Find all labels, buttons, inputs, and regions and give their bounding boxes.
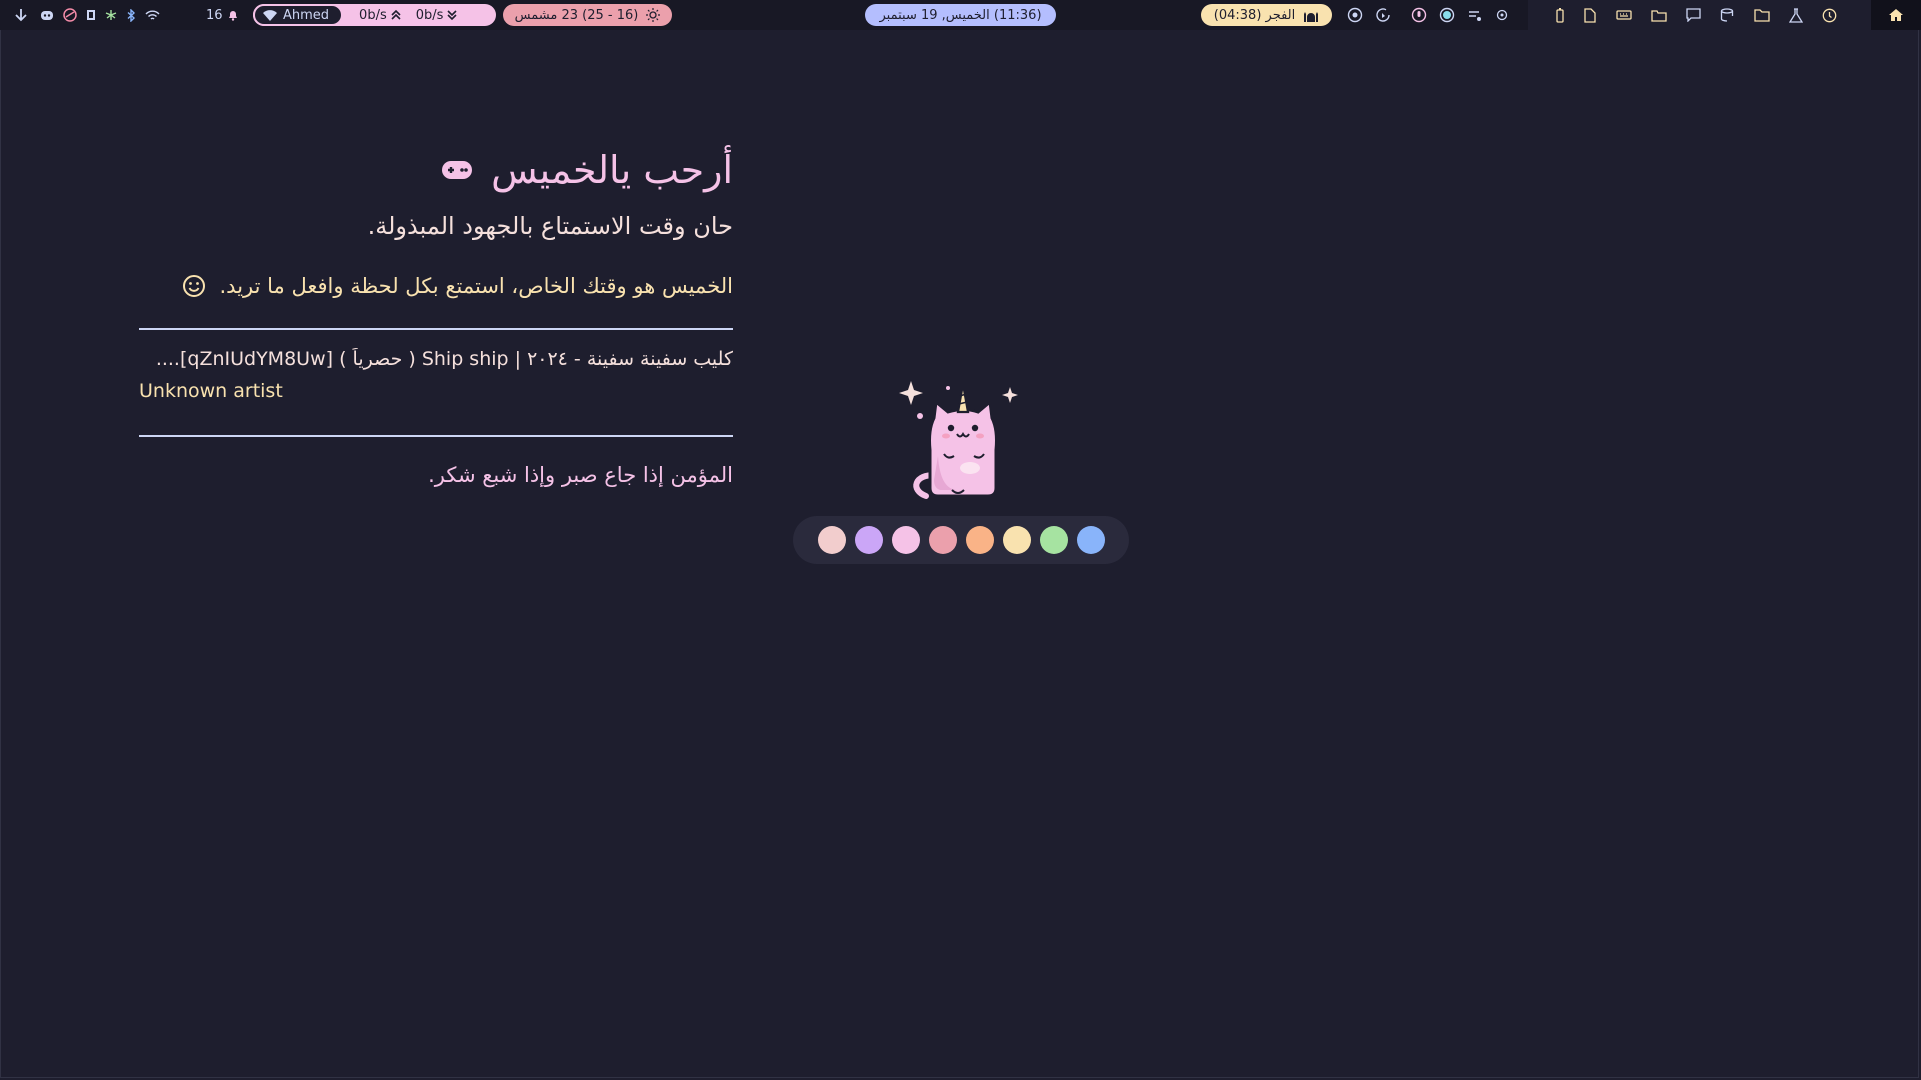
tray-left [40, 0, 160, 30]
notification-count: 16 [206, 7, 223, 23]
prayer-time-text: الفجر (04:38) [1213, 7, 1296, 23]
circle-icon[interactable] [1439, 7, 1455, 23]
tray-right [1347, 0, 1509, 30]
color-swatch[interactable] [1039, 526, 1068, 554]
double-chevron-down-icon [446, 9, 458, 21]
clock-date-pill[interactable]: (11:36) الخميس, 19 سبتمبر [865, 4, 1056, 26]
folder-icon[interactable] [1754, 8, 1770, 22]
notifications[interactable]: 16 [206, 0, 239, 30]
color-palette [793, 516, 1129, 564]
color-swatch[interactable] [1002, 526, 1031, 554]
flask-icon[interactable] [1789, 7, 1803, 23]
launcher-bar [1528, 0, 1921, 30]
sun-icon [646, 8, 661, 22]
network-speed-pill[interactable]: Ahmed 0b/s 0b/s [253, 4, 496, 26]
color-swatch[interactable] [817, 526, 846, 554]
home-button[interactable] [1871, 0, 1921, 30]
mic-icon[interactable] [1411, 7, 1427, 23]
network-icon[interactable] [105, 9, 117, 21]
weather-text: (16 - 25) 23 مشمس [514, 7, 639, 23]
bluetooth-icon[interactable] [126, 8, 136, 22]
bell-icon [227, 9, 239, 21]
unicorn-cat-mascot [896, 370, 1026, 502]
arrow-down-icon[interactable] [14, 0, 28, 30]
media-artist[interactable]: Unknown artist [139, 380, 283, 402]
file-icon[interactable] [1583, 7, 1597, 23]
folder-open-icon[interactable] [1651, 9, 1667, 22]
greeting-message: الخميس هو وقتك الخاص، استمتع بكل لحظة وا… [182, 274, 734, 298]
divider [139, 328, 733, 330]
greeting-subtitle: حان وقت الاستمتاع بالجهود المبذولة. [367, 212, 733, 240]
top-bar: 16 Ahmed 0b/s 0b/s (16 - 25) 23 مشمس (11… [0, 0, 1921, 30]
upload-speed: 0b/s [359, 7, 387, 23]
database-icon[interactable] [1720, 7, 1735, 23]
greeting-message-text: الخميس هو وقتك الخاص، استمتع بكل لحظة وا… [219, 274, 734, 298]
clock-icon[interactable] [1822, 8, 1837, 23]
daily-quote: المؤمن إذا جاع صبر وإذا شبع شكر. [428, 463, 733, 487]
color-swatch[interactable] [965, 526, 994, 554]
clock-date-text: (11:36) الخميس, 19 سبتمبر [879, 7, 1042, 23]
discord-icon[interactable] [40, 10, 54, 21]
wifi-icon [263, 9, 277, 21]
mosque-icon [1303, 9, 1319, 22]
divider [139, 435, 733, 437]
media-title[interactable]: كليب سفينة سفينة - ٢٠٢٤ | Ship ship ( حص… [139, 348, 733, 370]
chat-icon[interactable] [1686, 8, 1701, 22]
music-icon[interactable] [1467, 8, 1483, 22]
prayer-time-pill[interactable]: الفجر (04:38) [1201, 4, 1332, 26]
refresh-icon[interactable] [1375, 7, 1391, 23]
wifi-icon[interactable] [145, 10, 160, 21]
download-speed: 0b/s [415, 7, 444, 23]
gamepad-icon [441, 159, 473, 181]
home-icon [1888, 8, 1904, 22]
keyboard-icon[interactable] [1616, 9, 1632, 21]
double-chevron-up-icon [390, 9, 402, 21]
settings-icon[interactable] [1347, 7, 1363, 23]
screen-icon[interactable] [86, 9, 96, 21]
dot-icon[interactable] [1495, 8, 1509, 22]
launcher-icons [1556, 0, 1837, 30]
wifi-username: Ahmed [283, 7, 330, 23]
color-swatch[interactable] [854, 526, 883, 554]
wifi-user[interactable]: Ahmed [253, 4, 344, 26]
greeting-title: أرحب يالخميس [491, 148, 733, 192]
color-swatch[interactable] [1076, 526, 1105, 554]
greeting-heading: أرحب يالخميس [441, 138, 733, 202]
smile-icon [182, 274, 206, 298]
battery-icon[interactable] [1556, 7, 1564, 23]
steam-icon[interactable] [63, 8, 77, 22]
color-swatch[interactable] [928, 526, 957, 554]
weather-pill[interactable]: (16 - 25) 23 مشمس [503, 4, 672, 26]
color-swatch[interactable] [891, 526, 920, 554]
